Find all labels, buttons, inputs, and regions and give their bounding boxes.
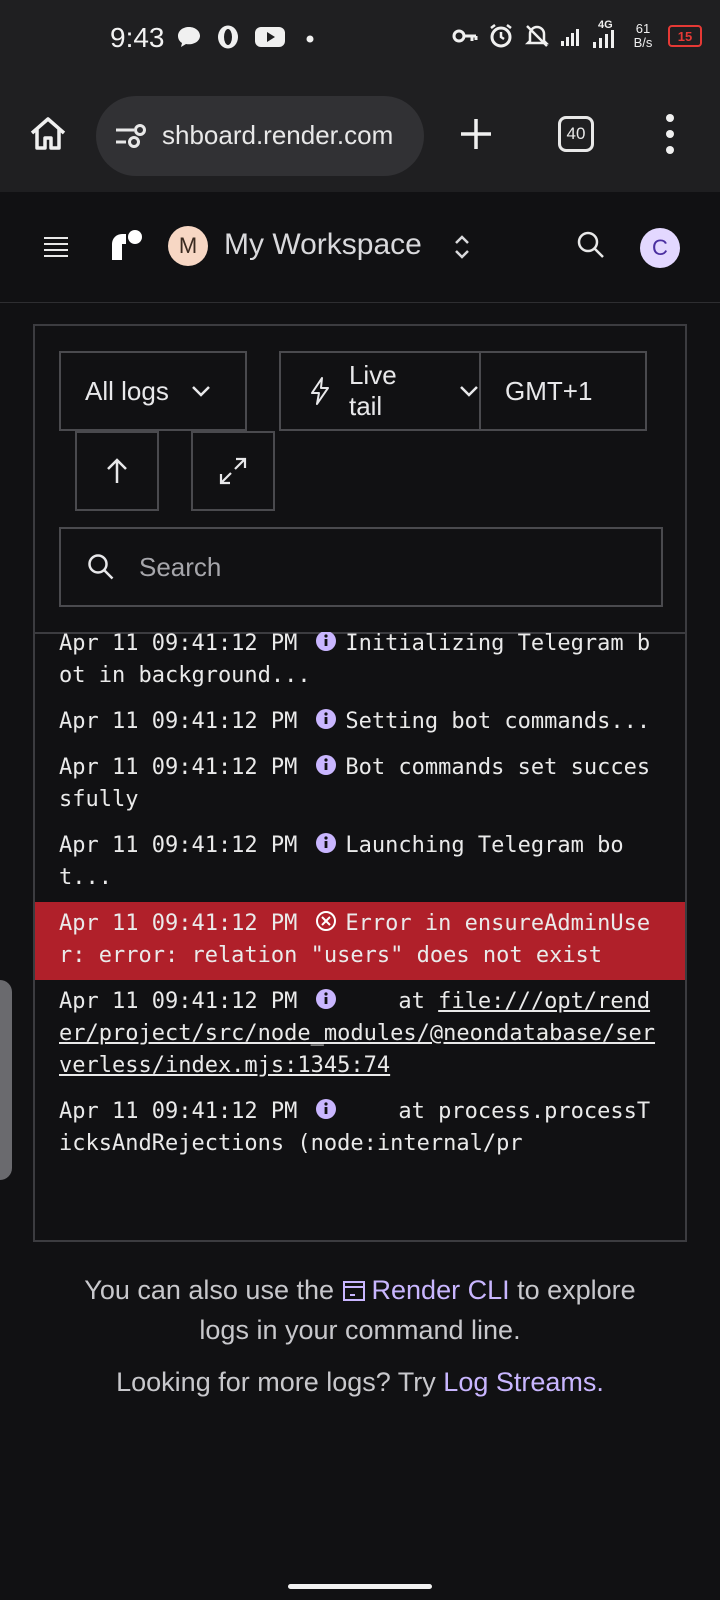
battery-icon: 15 [668,25,702,47]
log-list[interactable]: Apr 11 09:41:12 PM Initializing Telegram … [35,632,685,1240]
scroll-top-button[interactable] [75,431,159,511]
network-speed: 61 B/s [633,21,653,50]
log-row[interactable]: Apr 11 09:41:12 PM Initializing Telegram … [35,632,685,700]
chevron-down-icon [191,386,210,397]
user-avatar[interactable]: C [640,228,680,268]
info-circle-icon [316,1099,337,1119]
log-timestamp: Apr 11 09:41:12 PM [59,989,298,1014]
alarm-icon [490,24,512,48]
status-bar: 9:43 4G 61 B/s 15 [0,0,720,82]
more-vert-icon[interactable] [662,112,678,156]
log-search-input[interactable] [137,550,621,584]
signal-icon [561,29,579,46]
log-message: Setting bot commands... [345,709,651,734]
chevron-down-icon [460,386,478,397]
log-row[interactable]: Apr 11 09:41:12 PM Launching Telegram bot… [35,824,685,902]
log-search-field[interactable] [59,527,663,607]
log-streams-hint: Looking for more logs? Try Log Streams. [116,1367,604,1397]
site-settings-icon[interactable] [114,122,148,150]
edge-panel-handle[interactable] [0,980,12,1180]
log-row-error[interactable]: Apr 11 09:41:12 PM Error in ensureAdminUs… [35,902,685,980]
log-row[interactable]: Apr 11 09:41:12 PM Bot commands set succe… [35,746,685,824]
fullscreen-button[interactable] [191,431,275,511]
log-streams-link[interactable]: Log Streams. [443,1367,604,1397]
plus-icon[interactable] [456,114,496,154]
logs-panel: All logs Live tail GMT+1 Apr 11 09:41:12… [33,324,687,1242]
bell-off-icon [524,25,550,47]
log-timestamp: Apr 11 09:41:12 PM [59,911,298,936]
address-bar[interactable]: shboard.render.com [96,96,424,176]
dot-icon [306,35,314,43]
info-circle-icon [316,632,337,651]
opera-icon [218,25,238,49]
log-message: at [345,989,439,1014]
chevron-up-down-icon[interactable] [452,232,472,262]
home-indicator[interactable] [288,1584,432,1589]
cli-hint-line2: logs in your command line. [199,1315,521,1345]
signal-4g-icon: 4G [592,19,618,49]
cli-hint: You can also use the Render CLI to explo… [84,1275,636,1305]
log-timestamp: Apr 11 09:41:12 PM [59,833,298,858]
info-circle-icon [316,755,337,775]
workspace-avatar[interactable]: M [168,226,208,266]
live-tail-dropdown[interactable]: Live tail [281,353,481,429]
log-row[interactable]: Apr 11 09:41:12 PM at process.processTic… [35,1090,685,1168]
search-icon[interactable] [576,230,606,260]
timezone-button[interactable]: GMT+1 [481,376,592,407]
menu-icon[interactable] [42,234,70,258]
lightning-icon [310,377,329,405]
browser-toolbar: shboard.render.com 40 [0,82,720,193]
log-row[interactable]: Apr 11 09:41:12 PM Setting bot commands..… [35,700,685,746]
youtube-icon [255,27,285,47]
status-time: 9:43 [110,22,165,53]
log-timestamp: Apr 11 09:41:12 PM [59,632,298,656]
search-icon [88,554,114,580]
live-tail-label: Live tail [348,360,397,421]
logs-footer: You can also use the Render CLI to explo… [0,1270,720,1402]
log-row[interactable]: Apr 11 09:41:12 PM at file:///opt/render… [35,980,685,1090]
live-tail-group: Live tail GMT+1 [279,351,647,431]
log-filter-dropdown[interactable]: All logs [59,351,247,431]
error-circle-icon [316,911,337,931]
arrow-up-icon [107,458,127,483]
log-controls: All logs Live tail GMT+1 [35,326,685,634]
log-timestamp: Apr 11 09:41:12 PM [59,709,298,734]
key-icon [452,29,478,43]
tabs-icon[interactable]: 40 [558,116,594,152]
terminal-icon [342,1281,365,1301]
log-timestamp: Apr 11 09:41:12 PM [59,755,298,780]
expand-icon [219,457,247,485]
home-icon[interactable] [28,114,68,154]
workspace-name[interactable]: My Workspace [224,228,422,262]
info-circle-icon [316,989,337,1009]
app-header: M My Workspace C [0,192,720,303]
url-text[interactable]: shboard.render.com [162,120,412,151]
render-cli-link[interactable]: Render CLI [372,1275,510,1305]
log-timestamp: Apr 11 09:41:12 PM [59,1099,298,1124]
log-filter-label: All logs [85,375,169,406]
chat-bubble-icon [178,27,200,47]
info-circle-icon [316,833,337,853]
render-logo-icon[interactable] [110,228,144,262]
info-circle-icon [316,709,337,729]
